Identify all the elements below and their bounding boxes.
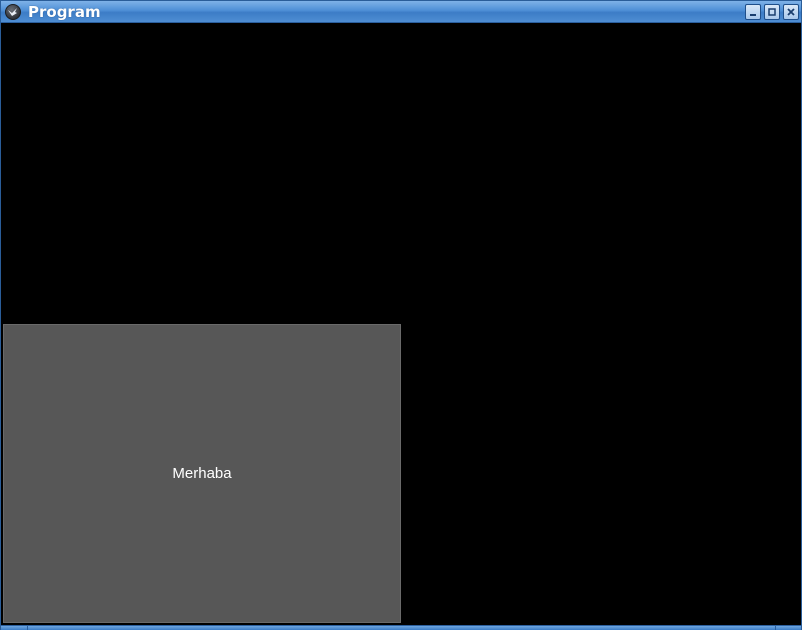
merhaba-button[interactable]: Merhaba	[3, 324, 401, 623]
window-bottom-border[interactable]	[1, 625, 801, 630]
app-window: Program Merhaba	[0, 0, 802, 630]
client-area: Merhaba	[2, 24, 801, 625]
resize-grip-right[interactable]	[775, 625, 802, 630]
window-title: Program	[28, 3, 101, 21]
maximize-icon	[768, 8, 776, 16]
minimize-icon	[750, 14, 756, 16]
close-icon	[787, 8, 795, 16]
title-bar[interactable]: Program	[1, 1, 801, 23]
minimize-button[interactable]	[745, 4, 761, 20]
resize-grip-left[interactable]	[1, 625, 28, 630]
maximize-button[interactable]	[764, 4, 780, 20]
app-bird-icon[interactable]	[5, 4, 21, 20]
merhaba-label: Merhaba	[172, 465, 232, 482]
close-button[interactable]	[783, 4, 799, 20]
